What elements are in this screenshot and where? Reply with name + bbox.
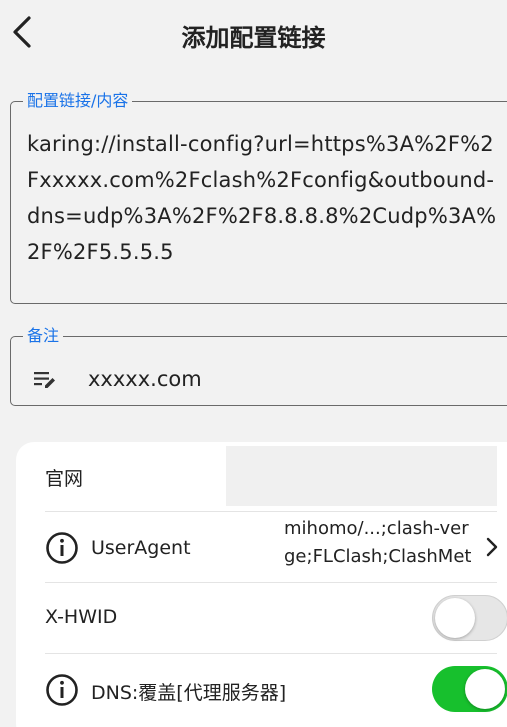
useragent-value: mihomo/...;clash-verge;FLClash;ClashMeta <box>284 518 472 575</box>
dns-row: DNS:覆盖[代理服务器] <box>45 654 507 724</box>
hwid-row: X-HWID <box>45 583 507 654</box>
remark-field[interactable]: 备注 xxxxx.com <box>10 327 507 406</box>
useragent-row[interactable]: UserAgent mihomo/...;clash-verge;FLClash… <box>45 512 498 583</box>
toggle-knob <box>465 669 505 709</box>
app-header: 添加配置链接 <box>0 0 507 70</box>
hwid-toggle[interactable] <box>432 595 507 641</box>
edit-note-icon <box>34 372 55 388</box>
config-link-value[interactable]: karing://install-config?url=https%3A%2F%… <box>27 126 505 270</box>
website-row: 官网 <box>45 442 497 512</box>
dns-toggle[interactable] <box>432 666 507 712</box>
toggle-knob <box>435 598 475 638</box>
page-title: 添加配置链接 <box>181 24 326 52</box>
info-icon <box>46 532 78 564</box>
remark-label: 备注 <box>27 326 60 345</box>
dns-label: DNS:覆盖[代理服务器] <box>91 682 287 704</box>
chevron-right-icon <box>486 537 498 557</box>
hwid-label: X-HWID <box>45 606 118 628</box>
settings-card: 官网 UserAgent mihomo/...;clash-verge;FLCl… <box>16 442 507 727</box>
website-label: 官网 <box>45 468 84 490</box>
info-icon <box>46 674 78 706</box>
config-link-field[interactable]: 配置链接/内容 karing://install-config?url=http… <box>10 92 507 304</box>
useragent-label: UserAgent <box>91 537 191 559</box>
config-link-label: 配置链接/内容 <box>27 91 129 110</box>
remark-value[interactable]: xxxxx.com <box>88 367 202 391</box>
website-input[interactable] <box>226 446 497 506</box>
